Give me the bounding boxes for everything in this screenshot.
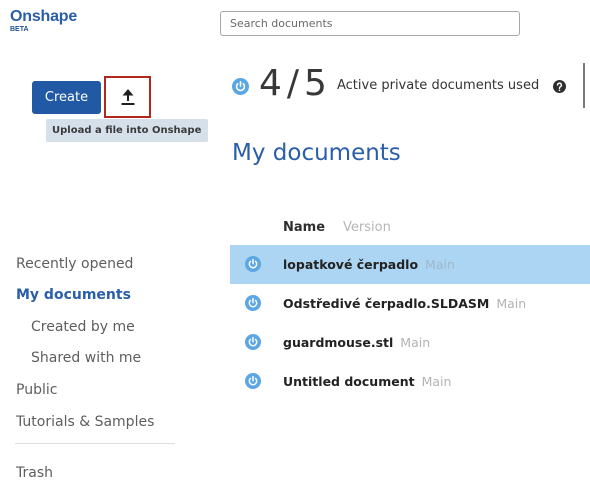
table-row[interactable]: guardmouse.stl Main	[230, 323, 590, 362]
sidebar-item-recently-opened[interactable]: Recently opened	[16, 254, 133, 274]
document-version: Main	[496, 296, 527, 311]
usage-count: 4/5	[259, 64, 327, 104]
table-row[interactable]: Untitled document Main	[230, 362, 590, 401]
column-header-version[interactable]: Version	[343, 219, 391, 237]
sidebar-divider	[15, 443, 175, 444]
question-circle-icon[interactable]	[553, 80, 566, 93]
sidebar-item-tutorials-samples[interactable]: Tutorials & Samples	[16, 412, 154, 432]
document-name: lopatkové čerpadlo	[283, 257, 419, 272]
column-header-name[interactable]: Name	[283, 219, 325, 237]
upload-tooltip: Upload a file into Onshape	[46, 119, 208, 142]
beta-badge: BETA	[10, 26, 29, 33]
usage-separator: /	[286, 63, 300, 104]
sidebar-item-created-by-me[interactable]: Created by me	[31, 317, 135, 337]
document-list: lopatkové čerpadlo Main Odstředivé čerpad…	[230, 245, 590, 401]
search-box[interactable]	[220, 11, 520, 36]
usage-label: Active private documents used	[337, 78, 540, 93]
document-name: Odstředivé čerpadlo.SLDASM	[283, 296, 490, 311]
sidebar-item-trash[interactable]: Trash	[16, 463, 53, 483]
document-icon	[245, 373, 261, 389]
sidebar-item-public[interactable]: Public	[16, 380, 57, 400]
upload-icon	[118, 88, 138, 106]
table-row[interactable]: lopatkové čerpadlo Main	[230, 245, 590, 284]
sidebar-item-shared-with-me[interactable]: Shared with me	[31, 348, 141, 368]
usage-total: 5	[304, 63, 327, 104]
onshape-logo[interactable]: Onshape	[10, 8, 77, 26]
document-icon	[232, 78, 249, 95]
document-name: guardmouse.stl	[283, 335, 394, 350]
document-icon	[245, 256, 261, 272]
usage-used: 4	[259, 63, 282, 104]
document-icon	[245, 334, 261, 350]
search-input[interactable]	[221, 12, 519, 35]
create-button[interactable]: Create	[32, 81, 101, 114]
document-version: Main	[425, 257, 455, 272]
document-name: Untitled document	[283, 374, 415, 389]
upload-button[interactable]	[104, 76, 151, 118]
document-icon	[245, 295, 261, 311]
sidebar-item-my-documents[interactable]: My documents	[16, 285, 131, 305]
document-version: Main	[400, 335, 431, 350]
table-row[interactable]: Odstředivé čerpadlo.SLDASM Main	[230, 284, 590, 323]
header-divider	[583, 63, 585, 108]
page-title: My documents	[232, 140, 401, 166]
document-version: Main	[421, 374, 452, 389]
